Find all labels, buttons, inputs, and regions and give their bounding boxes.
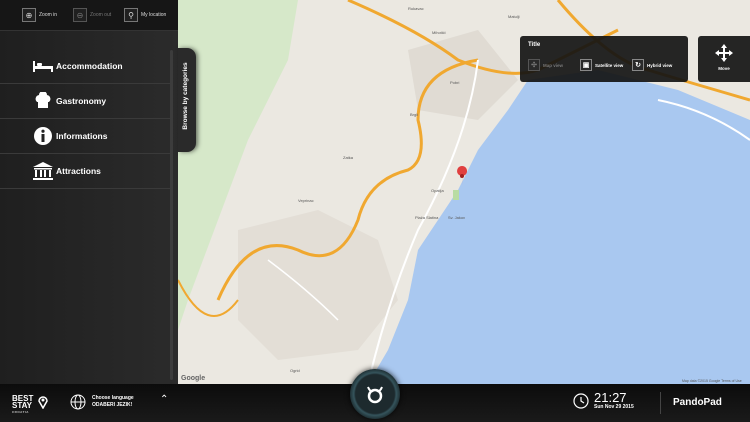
map-label: Veprinac bbox=[298, 198, 314, 203]
satellite-view-button[interactable]: ▣ Satellite view bbox=[580, 59, 623, 71]
zoom-out-label: Zoom out bbox=[90, 12, 112, 18]
category-sidebar: ⊕ Zoom in ⊖ Zoom out ⚲ My location Accom… bbox=[0, 0, 178, 384]
map-toolbar: ⊕ Zoom in ⊖ Zoom out ⚲ My location bbox=[0, 0, 178, 31]
map-view-panel: Title ✣ Map view ▣ Satellite view ↻ Hybr… bbox=[520, 36, 688, 82]
map-label: Sv. Jakov bbox=[448, 215, 466, 220]
zoom-out-button[interactable]: ⊖ Zoom out bbox=[73, 7, 111, 23]
map-label: Plaža Slatina bbox=[415, 215, 439, 220]
museum-icon bbox=[32, 161, 54, 181]
map-label: Mihotići bbox=[432, 30, 446, 35]
category-label: Attractions bbox=[56, 166, 101, 176]
map-label: Zatka bbox=[343, 155, 354, 160]
category-label: Gastronomy bbox=[56, 96, 107, 106]
refresh-icon: ↻ bbox=[632, 59, 644, 71]
home-button[interactable] bbox=[350, 369, 400, 419]
map-label: Ogrid bbox=[290, 368, 300, 373]
chef-hat-icon bbox=[32, 91, 54, 111]
category-label: Accommodation bbox=[56, 61, 123, 71]
map-attribution[interactable]: Map data ©2015 Google Terms of Use bbox=[682, 379, 742, 383]
zoom-in-icon: ⊕ bbox=[22, 8, 36, 22]
google-logo: Google bbox=[181, 375, 206, 382]
hybrid-view-button[interactable]: ↻ Hybrid view bbox=[632, 59, 672, 71]
panel-title: Title bbox=[528, 42, 541, 48]
map-label: Matulji bbox=[508, 14, 520, 19]
pandopad-emblem-icon bbox=[367, 386, 383, 404]
view-label: Map view bbox=[543, 62, 564, 68]
move-button[interactable]: Move bbox=[698, 36, 750, 82]
info-icon bbox=[32, 126, 54, 146]
globe-icon bbox=[70, 394, 86, 410]
divider bbox=[660, 392, 661, 414]
category-informations[interactable]: Informations bbox=[0, 119, 170, 154]
map-label: Brgii bbox=[410, 112, 419, 117]
map-view-icon: ✣ bbox=[528, 59, 540, 71]
map-label: Rukavac bbox=[408, 6, 424, 11]
location-marker-icon: ⚲ bbox=[124, 8, 138, 22]
category-label: Informations bbox=[56, 131, 108, 141]
language-label: Choose language bbox=[92, 395, 134, 401]
best-stay-logo: BEST STAY CROATIA bbox=[12, 395, 33, 416]
map-view-button[interactable]: ✣ Map view bbox=[528, 59, 563, 71]
language-selector[interactable]: Choose language ODABERI JEZIK! bbox=[70, 394, 134, 410]
logo-pin-icon bbox=[38, 396, 48, 409]
chevron-up-icon[interactable]: ⌃ bbox=[160, 394, 168, 405]
category-gastronomy[interactable]: Gastronomy bbox=[0, 84, 170, 119]
zoom-out-icon: ⊖ bbox=[73, 8, 87, 22]
language-label-local: ODABERI JEZIK! bbox=[92, 402, 133, 408]
map-label: Opatija bbox=[431, 188, 444, 193]
category-attractions[interactable]: Attractions bbox=[0, 154, 170, 189]
browse-tab-label: Browse by categories bbox=[182, 62, 189, 130]
move-label: Move bbox=[718, 66, 730, 71]
bed-icon bbox=[32, 56, 54, 76]
map-label: Pobri bbox=[450, 80, 460, 85]
browse-by-categories-tab[interactable]: Browse by categories bbox=[178, 48, 196, 152]
clock-time: 21:27 bbox=[594, 390, 627, 405]
view-label: Satellite view bbox=[595, 62, 624, 68]
view-label: Hybrid view bbox=[647, 62, 673, 68]
category-accommodation[interactable]: Accommodation bbox=[0, 49, 170, 84]
logo-subtitle: CROATIA bbox=[12, 410, 29, 414]
clock: 21:27 Sun Nov 29 2015 bbox=[573, 390, 634, 410]
clock-date: Sun Nov 29 2015 bbox=[594, 404, 634, 410]
clock-icon bbox=[573, 393, 589, 409]
pandopad-logo: PandoPad bbox=[673, 397, 722, 408]
logo-line: STAY bbox=[12, 401, 33, 410]
sidebar-scrollbar[interactable] bbox=[170, 50, 173, 380]
zoom-in-button[interactable]: ⊕ Zoom in bbox=[22, 7, 57, 23]
my-location-button[interactable]: ⚲ My location bbox=[124, 7, 166, 23]
move-arrows-icon bbox=[715, 44, 733, 62]
my-location-label: My location bbox=[141, 12, 167, 18]
image-icon: ▣ bbox=[580, 59, 592, 71]
zoom-in-label: Zoom in bbox=[39, 12, 58, 18]
